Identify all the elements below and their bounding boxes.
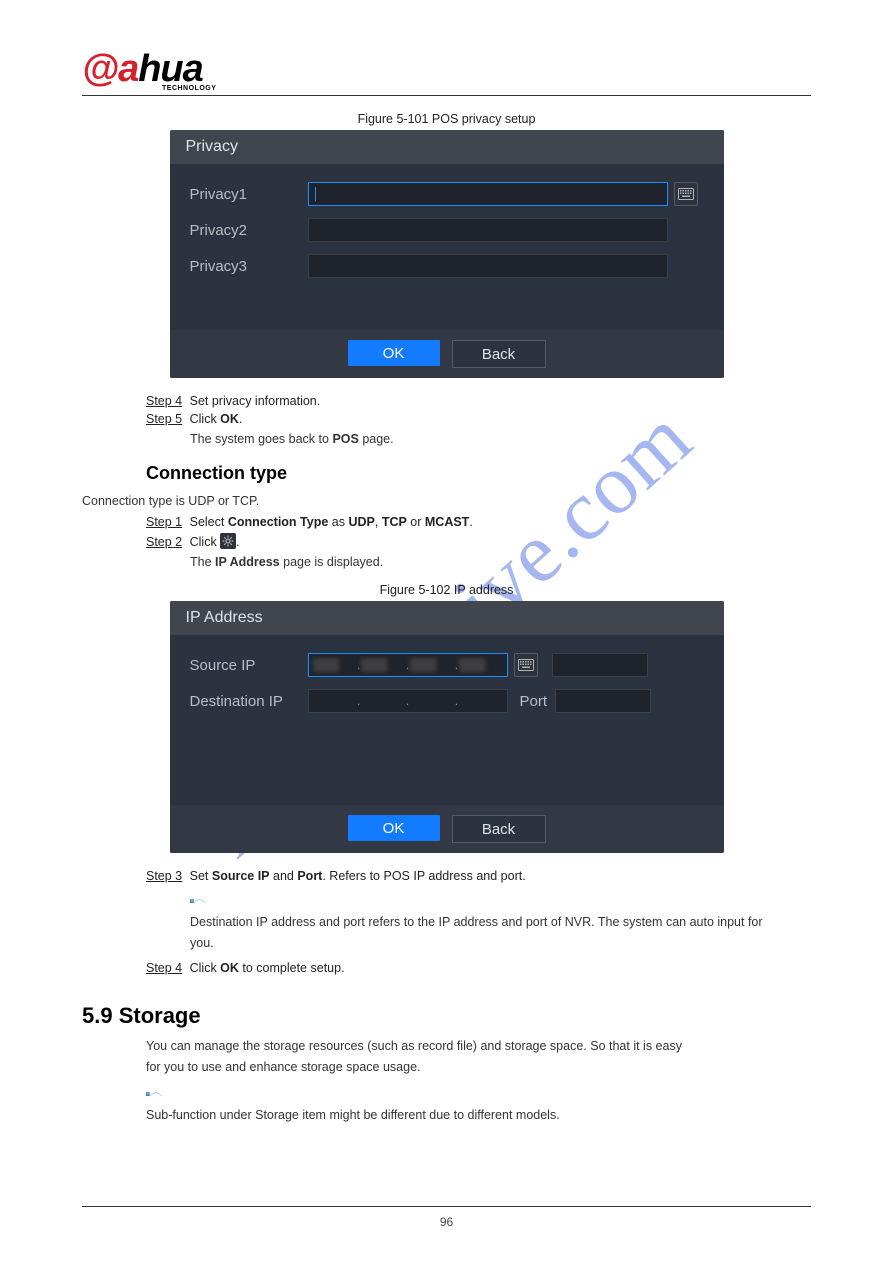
dest-ip-input[interactable]: ...	[308, 689, 508, 713]
privacy-ok-button[interactable]: OK	[348, 340, 440, 366]
ipaddress-dialog: IP Address Source IP ... Destination IP	[170, 601, 724, 853]
logo-rest: hua	[138, 48, 203, 90]
note-icon	[190, 893, 206, 911]
privacy-back-button[interactable]: Back	[452, 340, 546, 368]
step5-num: Step 5	[146, 412, 182, 426]
conn-step1-num: Step 1	[146, 515, 182, 529]
keyboard-icon[interactable]	[514, 653, 538, 677]
privacy2-label: Privacy2	[190, 222, 308, 239]
ip-step3-num: Step 3	[146, 869, 182, 883]
source-port-input[interactable]	[552, 653, 648, 677]
storage-para-1: You can manage the storage resources (su…	[146, 1037, 811, 1056]
privacy1-input[interactable]	[308, 182, 668, 206]
step5-bold-ok: OK	[220, 412, 239, 426]
step4-num: Step 4	[146, 394, 182, 408]
conn-step2-num: Step 2	[146, 535, 182, 549]
logo-subtext: TECHNOLOGY	[162, 85, 216, 92]
brand-logo: @ahua TECHNOLOGY	[82, 48, 216, 92]
storage-note: Sub-function under Storage item might be…	[146, 1106, 811, 1125]
privacy1-label: Privacy1	[190, 186, 308, 203]
step5-text-b: .	[239, 412, 242, 426]
ip-step4-line: Step 4 Click OK to complete setup.	[146, 961, 811, 975]
dest-ip-label: Destination IP	[190, 693, 308, 710]
connection-type-heading: Connection type	[146, 463, 811, 484]
source-ip-label: Source IP	[190, 657, 308, 674]
text-cursor	[315, 187, 316, 201]
step4-line: Step 4 Set privacy information.	[146, 394, 811, 408]
note-para-2: you.	[190, 934, 811, 953]
ip-step4-num: Step 4	[146, 961, 182, 975]
privacy-dialog-title: Privacy	[170, 130, 724, 164]
conn-step1-line: Step 1 Select Connection Type as UDP, TC…	[146, 515, 811, 529]
logo-ring: @	[82, 48, 118, 90]
step5-result: The system goes back to POS page.	[190, 430, 811, 449]
step5-text-a: Click	[186, 412, 220, 426]
dest-port-input[interactable]	[555, 689, 651, 713]
port-label: Port	[520, 693, 548, 710]
ip-ok-button[interactable]: OK	[348, 815, 440, 841]
page-number: 96	[0, 1215, 893, 1229]
privacy-dialog: Privacy Privacy1 Privacy2 Privacy3	[170, 130, 724, 378]
keyboard-icon[interactable]	[674, 182, 698, 206]
ip-step3-line: Step 3 Set Source IP and Port. Refers to…	[146, 869, 811, 883]
page: @ahua TECHNOLOGY manualshive.com Figure …	[0, 0, 893, 1263]
storage-para-2: for you to use and enhance storage space…	[146, 1058, 811, 1077]
gear-icon	[220, 533, 236, 549]
logo-letter-a: a	[118, 48, 138, 90]
step4-text: Set privacy information.	[186, 394, 320, 408]
note-para-1: Destination IP address and port refers t…	[190, 913, 811, 932]
ip-back-button[interactable]: Back	[452, 815, 546, 843]
storage-heading: 5.9 Storage	[82, 1003, 811, 1029]
note-icon	[146, 1086, 162, 1104]
privacy3-input[interactable]	[308, 254, 668, 278]
ipaddress-dialog-title: IP Address	[170, 601, 724, 635]
privacy3-label: Privacy3	[190, 258, 308, 275]
footer-rule	[82, 1206, 811, 1207]
step5-line: Step 5 Click OK.	[146, 412, 811, 426]
figure-caption-102: Figure 5-102 IP address	[82, 583, 811, 597]
conn-type-para: Connection type is UDP or TCP.	[82, 492, 811, 511]
source-ip-input[interactable]: ...	[308, 653, 508, 677]
privacy2-input[interactable]	[308, 218, 668, 242]
conn-step2-result: The IP Address page is displayed.	[190, 553, 811, 572]
header-rule	[82, 95, 811, 96]
figure-caption-101: Figure 5-101 POS privacy setup	[82, 112, 811, 126]
conn-step2-line: Step 2 Click .	[146, 533, 811, 549]
